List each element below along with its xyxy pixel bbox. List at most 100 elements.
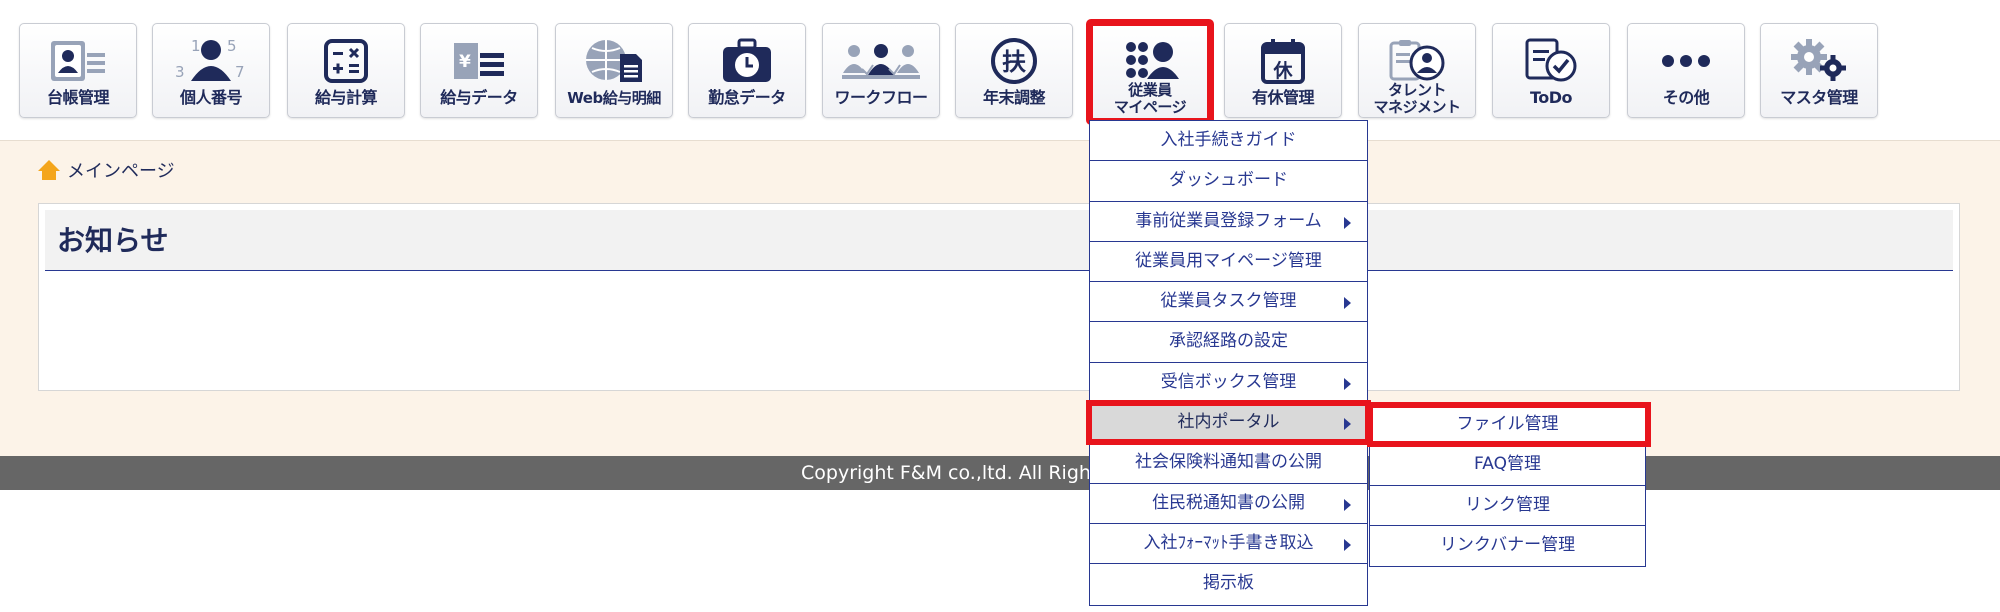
menu-item-label: 入社ﾌｫｰﾏｯﾄ手書き取込: [1143, 532, 1314, 553]
toolbar-label-line2: マイページ: [1113, 98, 1187, 116]
menu-item-pre-registration-form[interactable]: 事前従業員登録フォーム: [1090, 202, 1367, 242]
toolbar-button-label: 個人番号: [179, 88, 243, 107]
paid-leave-icon: 休: [1225, 38, 1341, 84]
employee-mypage-dropdown: 入社手続きガイド ダッシュボード 事前従業員登録フォーム 従業員用マイページ管理…: [1086, 120, 1371, 606]
menu-item-label: 社会保険料通知書の公開: [1135, 452, 1322, 473]
web-payslip-icon: [556, 38, 672, 84]
ledger-icon: [20, 38, 136, 84]
breadcrumb: メインページ: [37, 158, 175, 182]
toolbar-button-label: タレント マネジメント: [1359, 82, 1475, 116]
submenu-arrow-icon: [1344, 377, 1351, 390]
svg-text:休: 休: [1272, 60, 1293, 82]
submenu-item-link-banner-management[interactable]: リンクバナー管理: [1370, 526, 1645, 566]
svg-text:7: 7: [235, 63, 245, 81]
svg-text:¥: ¥: [459, 52, 471, 72]
workflow-icon: [823, 38, 939, 84]
toolbar-button-label: 有休管理: [1251, 88, 1315, 107]
toolbar-button-label: その他: [1662, 88, 1710, 107]
my-number-icon: 1 5 3 7: [153, 37, 269, 84]
toolbar-button-master[interactable]: マスタ管理: [1760, 23, 1878, 118]
menu-item-bulletin-board[interactable]: 掲示板: [1090, 564, 1367, 604]
toolbar-button-web-payslip[interactable]: Web給与明細: [555, 23, 673, 118]
todo-icon: [1493, 38, 1609, 84]
toolbar-button-payroll-calc[interactable]: 給与計算: [287, 23, 405, 118]
toolbar-button-label: 給与データ: [440, 88, 518, 107]
submenu-item-file-management[interactable]: ファイル管理: [1367, 401, 1651, 448]
submenu-item-label: FAQ管理: [1474, 454, 1541, 475]
submenu-item-faq-management[interactable]: FAQ管理: [1370, 445, 1645, 486]
toolbar-button-label: ワークフロー: [834, 88, 928, 107]
menu-item-task-management[interactable]: 従業員タスク管理: [1090, 282, 1367, 323]
year-end-adjustment-icon: 扶: [956, 38, 1072, 84]
toolbar-button-label: 勤怠データ: [708, 88, 786, 107]
submenu-arrow-icon: [1344, 538, 1351, 551]
svg-text:3: 3: [175, 63, 185, 81]
menu-item-label: 住民税通知書の公開: [1152, 492, 1305, 513]
menu-item-label: 従業員タスク管理: [1160, 291, 1297, 312]
submenu-arrow-icon: [1344, 418, 1351, 431]
payroll-data-icon: ¥: [421, 38, 537, 84]
menu-item-label: ダッシュボード: [1169, 170, 1288, 191]
toolbar-button-label: 年末調整: [982, 88, 1046, 107]
submenu-item-label: リンクバナー管理: [1439, 534, 1576, 555]
menu-item-label: 掲示板: [1203, 573, 1254, 594]
toolbar-button-label: Web給与明細: [567, 89, 661, 107]
notice-title: お知らせ: [45, 210, 1953, 271]
copyright-text: Copyright F&M co.,ltd. All Right: [801, 462, 1099, 484]
svg-text:扶: 扶: [1002, 48, 1026, 76]
toolbar-button-year-end[interactable]: 扶 年末調整: [955, 23, 1073, 118]
attendance-icon: [689, 38, 805, 84]
main-content: メインページ お知らせ: [0, 140, 2000, 457]
toolbar-button-label: マスタ管理: [1780, 88, 1858, 107]
internal-portal-submenu: ファイル管理 FAQ管理 リンク管理 リンクバナー管理: [1367, 401, 1651, 568]
toolbar-button-label: ToDo: [1529, 88, 1573, 107]
more-icon: [1628, 38, 1744, 84]
menu-item-label: 入社手続きガイド: [1160, 130, 1297, 150]
toolbar-button-workflow[interactable]: ワークフロー: [822, 23, 940, 118]
toolbar-button-label: 台帳管理: [46, 88, 110, 107]
menu-item-approval-route[interactable]: 承認経路の設定: [1090, 322, 1367, 363]
toolbar-button-todo[interactable]: ToDo: [1492, 23, 1610, 118]
menu-item-onboarding-guide[interactable]: 入社手続きガイド: [1090, 121, 1367, 162]
submenu-arrow-icon: [1344, 297, 1351, 310]
calculator-icon: [288, 38, 404, 84]
menu-item-resident-tax-notice[interactable]: 住民税通知書の公開: [1090, 484, 1367, 524]
master-settings-icon: [1761, 38, 1877, 84]
svg-text:1: 1: [191, 37, 201, 55]
menu-item-mypage-management[interactable]: 従業員用マイページ管理: [1090, 242, 1367, 283]
submenu-item-label: ファイル管理: [1456, 414, 1559, 434]
toolbar-button-attendance[interactable]: 勤怠データ: [688, 23, 806, 118]
toolbar-button-ledger[interactable]: 台帳管理: [19, 23, 137, 118]
menu-item-label: 事前従業員登録フォーム: [1135, 210, 1322, 231]
menu-item-label: 受信ボックス管理: [1160, 371, 1297, 392]
toolbar-button-more[interactable]: その他: [1627, 23, 1745, 118]
toolbar-button-paid-leave[interactable]: 休 有休管理: [1224, 23, 1342, 118]
submenu-item-label: リンク管理: [1465, 494, 1550, 515]
toolbar-button-label: 従業員 マイページ: [1093, 82, 1207, 116]
menu-item-internal-portal[interactable]: 社内ポータル: [1086, 400, 1371, 446]
menu-item-inbox-management[interactable]: 受信ボックス管理: [1090, 363, 1367, 404]
toolbar-button-my-number[interactable]: 1 5 3 7 個人番号: [152, 23, 270, 118]
toolbar-button-employee-mypage[interactable]: 従業員 マイページ: [1086, 19, 1214, 125]
menu-item-label: 承認経路の設定: [1169, 331, 1288, 352]
menu-item-label: 従業員用マイページ管理: [1135, 250, 1322, 271]
menu-item-label: 社内ポータル: [1177, 412, 1280, 433]
talent-management-icon: [1359, 38, 1475, 84]
menu-item-dashboard[interactable]: ダッシュボード: [1090, 161, 1367, 202]
toolbar-label-line1: 従業員: [1128, 81, 1172, 99]
notice-panel: お知らせ: [38, 203, 1960, 391]
submenu-arrow-icon: [1344, 216, 1351, 229]
menu-item-handwritten-import[interactable]: 入社ﾌｫｰﾏｯﾄ手書き取込: [1090, 524, 1367, 565]
submenu-item-link-management[interactable]: リンク管理: [1370, 486, 1645, 526]
toolbar-button-payroll-data[interactable]: ¥ 給与データ: [420, 23, 538, 118]
toolbar-label-line1: タレント: [1387, 81, 1447, 99]
footer: Copyright F&M co.,ltd. All Right: [0, 456, 2000, 490]
submenu-arrow-icon: [1344, 498, 1351, 511]
toolbar-label-line2: マネジメント: [1373, 98, 1461, 116]
svg-text:5: 5: [227, 37, 237, 55]
toolbar-button-talent[interactable]: タレント マネジメント: [1358, 23, 1476, 118]
menu-item-social-insurance-notice[interactable]: 社会保険料通知書の公開: [1090, 443, 1367, 484]
employee-mypage-icon: [1093, 36, 1207, 82]
home-icon: [38, 160, 60, 180]
breadcrumb-main-page-link[interactable]: メインページ: [67, 157, 175, 183]
